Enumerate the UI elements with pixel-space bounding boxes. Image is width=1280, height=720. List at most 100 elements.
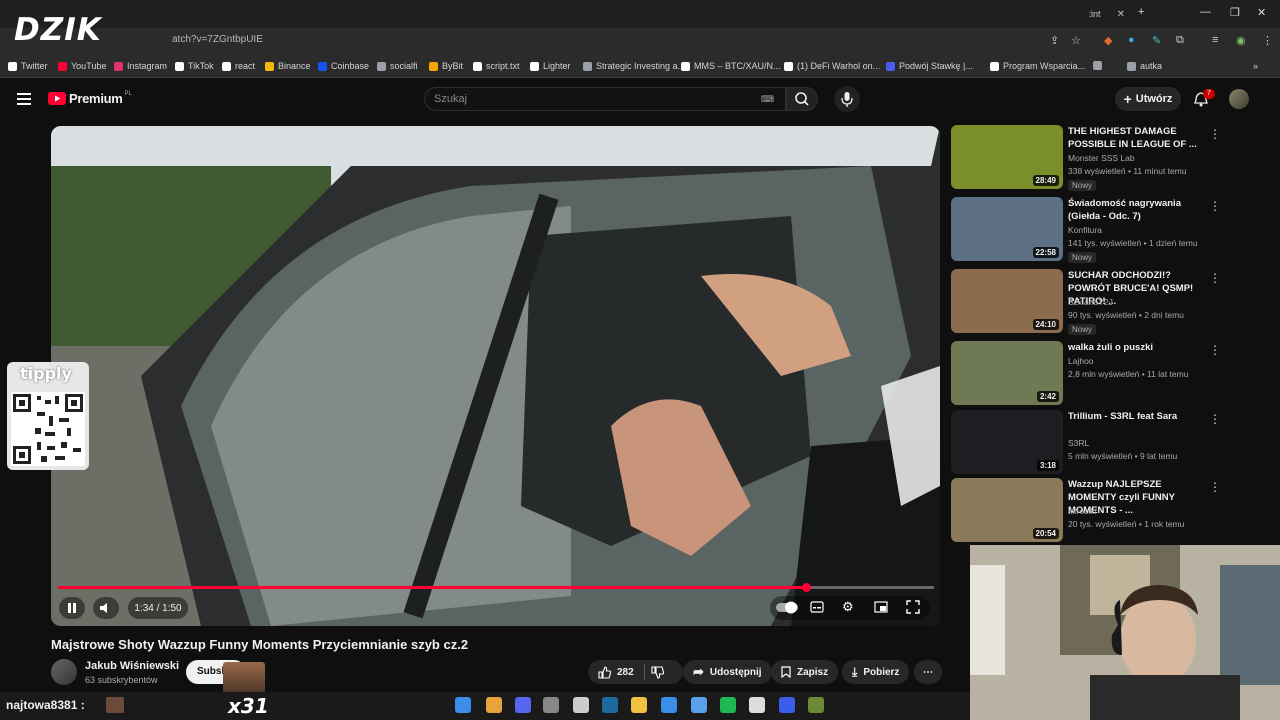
- bookmark-item[interactable]: Podwój Stawkę |...: [886, 61, 973, 71]
- bookmark-item[interactable]: YouTube: [58, 61, 106, 71]
- channel-avatar[interactable]: [51, 659, 77, 685]
- recommendation-thumbnail[interactable]: 24:10: [951, 269, 1063, 333]
- recommendation-title[interactable]: THE HIGHEST DAMAGE POSSIBLE IN LEAGUE OF…: [1068, 125, 1206, 151]
- chrome-icon[interactable]: [486, 697, 502, 713]
- channel-name[interactable]: Jakub Wiśniewski: [85, 660, 179, 672]
- volume-button[interactable]: [93, 597, 119, 619]
- bookmark-item[interactable]: socialfi: [377, 61, 418, 71]
- url-text[interactable]: atch?v=7ZGntbpUIE: [172, 34, 263, 45]
- save-button[interactable]: Zapisz: [771, 660, 839, 684]
- bookmark-item[interactable]: Program Wsparcia...: [990, 61, 1085, 71]
- recommendation-title[interactable]: walka żuli o puszki: [1068, 341, 1206, 354]
- download-button[interactable]: ⤓ Pobierz: [842, 660, 910, 684]
- recommendation-channel[interactable]: Monster SSS Lab: [1068, 153, 1135, 163]
- bookmark-item[interactable]: Instagram: [114, 61, 167, 71]
- tab-close-icon[interactable]: ✕: [1117, 9, 1125, 20]
- bookmark-item[interactable]: script.txt: [473, 61, 520, 71]
- windows-start-icon[interactable]: [455, 697, 471, 713]
- bookmark-item[interactable]: [1093, 61, 1106, 70]
- bookmark-item[interactable]: autka: [1127, 61, 1162, 71]
- video-player[interactable]: [51, 126, 940, 626]
- search-input[interactable]: [424, 87, 786, 111]
- settings-gear-icon[interactable]: ⚙: [842, 599, 854, 615]
- more-vertical-icon[interactable]: ⋮: [1209, 127, 1221, 141]
- miniplayer-icon[interactable]: [874, 600, 888, 619]
- bookmark-item[interactable]: TikTok: [175, 61, 214, 71]
- app-icon[interactable]: [661, 697, 677, 713]
- more-actions-button[interactable]: ⋯: [914, 660, 942, 684]
- more-vertical-icon[interactable]: ⋮: [1209, 271, 1221, 285]
- bookmark-item[interactable]: ByBit: [429, 61, 463, 71]
- install-icon[interactable]: ⇪: [1050, 34, 1059, 47]
- recommendation-thumbnail[interactable]: 20:54: [951, 478, 1063, 542]
- recommendation-title[interactable]: Trillium - S3RL feat Sara: [1068, 410, 1206, 423]
- more-vertical-icon[interactable]: ⋮: [1209, 480, 1221, 494]
- bookmark-item[interactable]: Twitter: [8, 61, 48, 71]
- recommendation-thumbnail[interactable]: 3:18: [951, 410, 1063, 474]
- tab-search-icon[interactable]: ≡: [1212, 34, 1218, 46]
- recommendation-thumbnail[interactable]: 22:58: [951, 197, 1063, 261]
- app-icon[interactable]: [779, 697, 795, 713]
- extension-icon[interactable]: ◆: [1104, 34, 1112, 47]
- spotify-icon[interactable]: [720, 697, 736, 713]
- youtube-logo[interactable]: Premium PL: [48, 91, 132, 106]
- recommendation-thumbnail[interactable]: 2:42: [951, 341, 1063, 405]
- discord-icon[interactable]: [515, 697, 531, 713]
- app-icon[interactable]: [691, 697, 707, 713]
- keyboard-icon[interactable]: ⌨: [761, 94, 774, 105]
- pause-button[interactable]: [59, 597, 85, 619]
- more-vertical-icon[interactable]: ⋮: [1209, 199, 1221, 213]
- bookmark-item[interactable]: Binance: [265, 61, 311, 71]
- recommendation-item[interactable]: 2:42 walka żuli o puszki Lajhoo 2,8 mln wyś…: [951, 341, 1271, 407]
- restore-icon[interactable]: ❐: [1230, 6, 1240, 19]
- recommendation-item[interactable]: 20:54 Wazzup NAJLEPSZE MOMENTY czyli FUNN…: [951, 478, 1271, 544]
- bookmark-item[interactable]: Strategic Investing a...: [583, 61, 685, 71]
- recommendation-channel[interactable]: skrócikí: [1068, 506, 1097, 516]
- hamburger-menu-icon[interactable]: [17, 92, 31, 110]
- new-tab-button[interactable]: +: [1138, 6, 1144, 18]
- bookmark-star-icon[interactable]: ☆: [1071, 34, 1081, 47]
- recommendation-item[interactable]: 22:58 Świadomość nagrywania (Giełda - Odc…: [951, 197, 1271, 263]
- folder-icon[interactable]: [631, 697, 647, 713]
- more-vertical-icon[interactable]: ⋮: [1209, 343, 1221, 357]
- bookmark-item[interactable]: Lighter: [530, 61, 571, 71]
- recommendation-channel[interactable]: S3RL: [1068, 438, 1089, 448]
- recommendation-channel[interactable]: Konfitura: [1068, 225, 1102, 235]
- recommendation-item[interactable]: 24:10 SUCHAR ODCHODZI!? POWRÓT BRUCE'A! Q…: [951, 269, 1271, 335]
- share-button[interactable]: ➦ Udostępnij: [683, 660, 772, 684]
- bookmark-item[interactable]: react: [222, 61, 255, 71]
- bookmark-item[interactable]: (1) DeFi Warhol on...: [784, 61, 880, 71]
- app-icon[interactable]: [749, 697, 765, 713]
- subtitles-icon[interactable]: [810, 600, 824, 619]
- profile-icon[interactable]: ◉: [1236, 34, 1246, 47]
- user-avatar[interactable]: [1229, 89, 1249, 109]
- recommendation-item[interactable]: 3:18 Trillium - S3RL feat Sara S3RL 5 mln w…: [951, 410, 1271, 476]
- recommendation-channel[interactable]: SzklanaY2J: [1068, 297, 1113, 307]
- minecraft-icon[interactable]: [808, 697, 824, 713]
- recommendation-thumbnail[interactable]: 28:49: [951, 125, 1063, 189]
- more-vertical-icon[interactable]: ⋮: [1209, 412, 1221, 426]
- openai-icon[interactable]: [573, 697, 589, 713]
- close-window-icon[interactable]: ✕: [1257, 6, 1266, 19]
- autoplay-toggle[interactable]: [776, 600, 798, 619]
- bookmark-item[interactable]: MMS – BTC/XAU/N...: [681, 61, 781, 71]
- recommendation-title[interactable]: Świadomość nagrywania (Giełda - Odc. 7): [1068, 197, 1206, 223]
- bookmarks-overflow-icon[interactable]: »: [1253, 61, 1258, 71]
- search-button[interactable]: [786, 87, 818, 111]
- bookmark-item[interactable]: Coinbase: [318, 61, 369, 71]
- recommendation-item[interactable]: 28:49 THE HIGHEST DAMAGE POSSIBLE IN LEAG…: [951, 125, 1271, 191]
- extension-icon[interactable]: ●: [1128, 34, 1135, 46]
- fullscreen-icon[interactable]: [906, 600, 920, 619]
- voice-search-button[interactable]: [834, 86, 860, 112]
- steam-icon[interactable]: [602, 697, 618, 713]
- browser-menu-icon[interactable]: ⋮: [1262, 34, 1273, 47]
- address-bar[interactable]: [150, 3, 1090, 25]
- extensions-puzzle-icon[interactable]: ⧉: [1176, 34, 1184, 47]
- extension-icon[interactable]: ✎: [1152, 34, 1161, 47]
- minimize-icon[interactable]: —: [1200, 6, 1211, 18]
- app-icon[interactable]: [543, 697, 559, 713]
- like-button[interactable]: 282: [598, 665, 634, 679]
- recommendation-channel[interactable]: Lajhoo: [1068, 356, 1094, 366]
- create-button[interactable]: + Utwórz: [1115, 87, 1181, 111]
- thumb-down-icon[interactable]: [651, 665, 664, 679]
